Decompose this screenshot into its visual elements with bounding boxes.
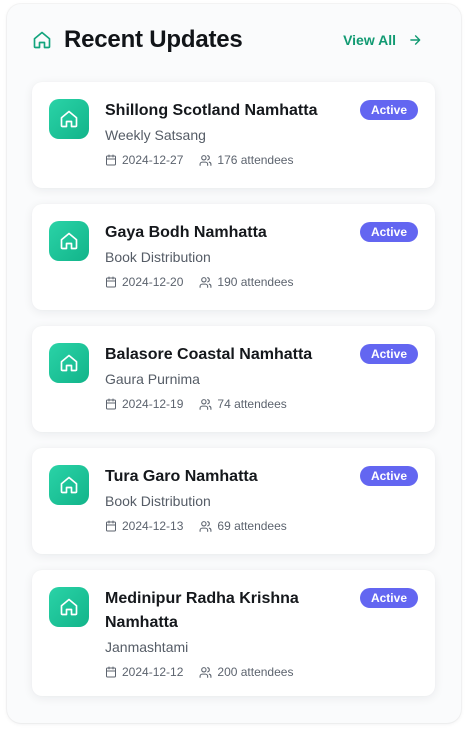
activity-type: Book Distribution — [105, 493, 211, 509]
update-card[interactable]: Tura Garo Namhatta Book Distribution 202… — [32, 448, 435, 554]
attendee-count: 69 attendees — [217, 519, 287, 533]
update-card[interactable]: Balasore Coastal Namhatta Gaura Purnima … — [32, 326, 435, 432]
date-item: 2024-12-12 — [105, 664, 183, 680]
update-date: 2024-12-27 — [122, 153, 184, 167]
attendees-item: 69 attendees — [199, 518, 287, 534]
update-card[interactable]: Gaya Bodh Namhatta Book Distribution 202… — [32, 204, 435, 310]
calendar-icon — [106, 520, 116, 532]
status-badge: Active — [359, 222, 418, 242]
date-item: 2024-12-13 — [105, 518, 183, 534]
status-badge: Active — [359, 588, 418, 608]
update-card[interactable]: Medinipur Radha Krishna Namhatta Janmash… — [32, 570, 435, 696]
calendar-icon — [106, 398, 116, 410]
update-meta: 2024-12-20 190 attendees — [105, 274, 419, 290]
view-all-link[interactable]: View All — [343, 32, 422, 48]
updates-list: Shillong Scotland Namhatta Weekly Satsan… — [32, 82, 435, 712]
activity-type: Weekly Satsang — [105, 127, 206, 143]
section-title: Recent Updates — [64, 26, 243, 53]
namhatta-home-icon — [49, 343, 89, 383]
attendees-item: 200 attendees — [199, 664, 293, 680]
update-date: 2024-12-20 — [122, 275, 184, 289]
namhatta-home-icon — [49, 221, 89, 261]
users-icon — [199, 154, 212, 166]
calendar-icon — [106, 154, 116, 166]
status-badge: Active — [359, 100, 418, 120]
date-item: 2024-12-27 — [105, 152, 183, 168]
users-icon — [199, 276, 212, 288]
namhatta-home-icon — [49, 587, 89, 627]
calendar-icon — [106, 276, 116, 288]
date-item: 2024-12-19 — [105, 396, 183, 412]
arrow-right-icon — [408, 33, 422, 47]
attendee-count: 74 attendees — [217, 397, 287, 411]
attendee-count: 176 attendees — [217, 153, 294, 167]
status-badge: Active — [359, 344, 418, 364]
attendee-count: 190 attendees — [217, 275, 294, 289]
namhatta-home-icon — [49, 99, 89, 139]
status-badge: Active — [359, 466, 418, 486]
date-item: 2024-12-20 — [105, 274, 183, 290]
recent-updates-header: Recent Updates View All — [32, 22, 422, 58]
update-meta: 2024-12-27 176 attendees — [105, 152, 419, 168]
update-date: 2024-12-12 — [122, 665, 184, 679]
update-meta: 2024-12-12 200 attendees — [105, 664, 419, 680]
attendees-item: 190 attendees — [199, 274, 293, 290]
update-meta: 2024-12-13 69 attendees — [105, 518, 419, 534]
users-icon — [199, 398, 212, 410]
update-date: 2024-12-19 — [122, 397, 184, 411]
calendar-icon — [106, 666, 116, 678]
activity-type: Gaura Purnima — [105, 371, 200, 387]
activity-type: Book Distribution — [105, 249, 211, 265]
attendees-item: 176 attendees — [199, 152, 293, 168]
update-card[interactable]: Shillong Scotland Namhatta Weekly Satsan… — [32, 82, 435, 188]
activity-type: Janmashtami — [105, 639, 189, 655]
home-icon — [32, 30, 52, 50]
attendee-count: 200 attendees — [217, 665, 294, 679]
update-meta: 2024-12-19 74 attendees — [105, 396, 419, 412]
attendees-item: 74 attendees — [199, 396, 287, 412]
view-all-label: View All — [343, 32, 396, 48]
update-date: 2024-12-13 — [122, 519, 184, 533]
users-icon — [199, 520, 212, 532]
users-icon — [199, 666, 212, 678]
namhatta-home-icon — [49, 465, 89, 505]
